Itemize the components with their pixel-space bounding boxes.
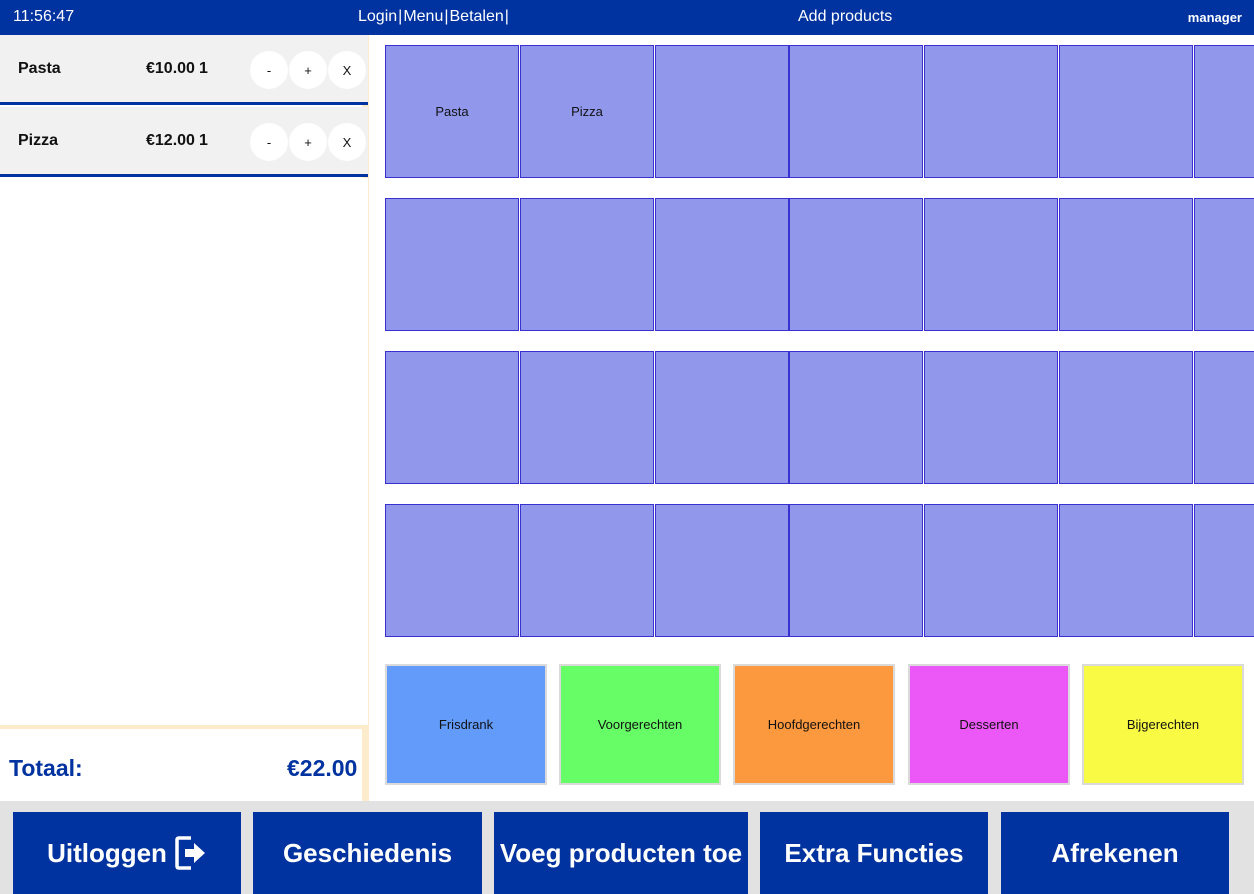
product-tile[interactable] [655,504,789,637]
order-item-price: €10.00 [146,60,195,77]
product-tile[interactable] [924,198,1058,331]
order-list-empty-area [0,178,368,726]
logout-icon [175,835,207,871]
increase-quantity-button[interactable]: + [289,51,327,89]
top-nav: Login | Menu | Betalen | [358,8,510,26]
clock: 11:56:47 [13,8,75,25]
extra-functions-button[interactable]: Extra Functies [760,812,988,894]
decrease-quantity-button[interactable]: - [250,51,288,89]
product-tile[interactable]: Pasta [385,45,519,178]
product-tile[interactable] [789,504,923,637]
order-item-name: Pasta [18,60,61,77]
order-item-quantity: 1 [199,132,208,149]
product-tile[interactable] [1194,504,1254,637]
product-tile[interactable] [520,504,654,637]
product-tile[interactable] [520,351,654,484]
product-tile[interactable] [789,45,923,178]
product-tile[interactable] [1059,198,1193,331]
product-tile[interactable] [789,351,923,484]
nav-separator: | [504,8,509,25]
product-tile[interactable] [924,351,1058,484]
bottom-bar: Uitloggen Geschiedenis Voeg producten to… [0,801,1254,894]
product-tile[interactable] [385,504,519,637]
product-tile[interactable] [1194,45,1254,178]
total-divider [0,725,368,729]
increase-quantity-button[interactable]: + [289,123,327,161]
category-voorgerechten[interactable]: Voorgerechten [559,664,721,785]
product-grid: Pasta Pizza Frisdrank Voorgerechten Hoof… [376,35,1254,801]
page-title: Add products [798,8,893,25]
logout-label: Uitloggen [47,837,167,868]
product-tile[interactable] [655,198,789,331]
total-value: €22.00 [287,755,358,781]
product-tile[interactable] [655,45,789,178]
product-tile[interactable] [385,198,519,331]
order-panel: Pasta €10.00 1 - + X Pizza €12.00 1 - + … [0,35,369,801]
product-tile[interactable] [1194,351,1254,484]
category-desserten[interactable]: Desserten [908,664,1070,785]
category-frisdrank[interactable]: Frisdrank [385,664,547,785]
product-tile[interactable] [385,351,519,484]
product-tile[interactable] [655,351,789,484]
category-bijgerechten[interactable]: Bijgerechten [1082,664,1244,785]
logout-button[interactable]: Uitloggen [13,812,241,894]
nav-login[interactable]: Login [358,8,397,26]
product-tile[interactable] [1194,198,1254,331]
order-item: Pasta €10.00 1 - + X [0,35,368,105]
history-button[interactable]: Geschiedenis [253,812,482,894]
total-label: Totaal: [9,755,83,781]
product-tile[interactable] [1059,351,1193,484]
top-bar: 11:56:47 Login | Menu | Betalen | Add product… [0,0,1254,35]
product-tile[interactable] [520,198,654,331]
order-item: Pizza €12.00 1 - + X [0,107,368,177]
nav-betalen[interactable]: Betalen [450,8,504,26]
checkout-button[interactable]: Afrekenen [1001,812,1229,894]
decrease-quantity-button[interactable]: - [250,123,288,161]
remove-item-button[interactable]: X [328,51,366,89]
product-tile[interactable] [789,198,923,331]
add-products-button[interactable]: Voeg producten toe [494,812,748,894]
category-hoofdgerechten[interactable]: Hoofdgerechten [733,664,895,785]
nav-menu[interactable]: Menu [403,8,443,26]
product-tile[interactable]: Pizza [520,45,654,178]
order-item-price: €12.00 [146,132,195,149]
product-tile[interactable] [1059,45,1193,178]
order-item-quantity: 1 [199,60,208,77]
remove-item-button[interactable]: X [328,123,366,161]
product-tile[interactable] [1059,504,1193,637]
product-tile[interactable] [924,504,1058,637]
order-item-name: Pizza [18,132,59,149]
product-tile[interactable] [924,45,1058,178]
current-user: manager [1187,10,1242,25]
